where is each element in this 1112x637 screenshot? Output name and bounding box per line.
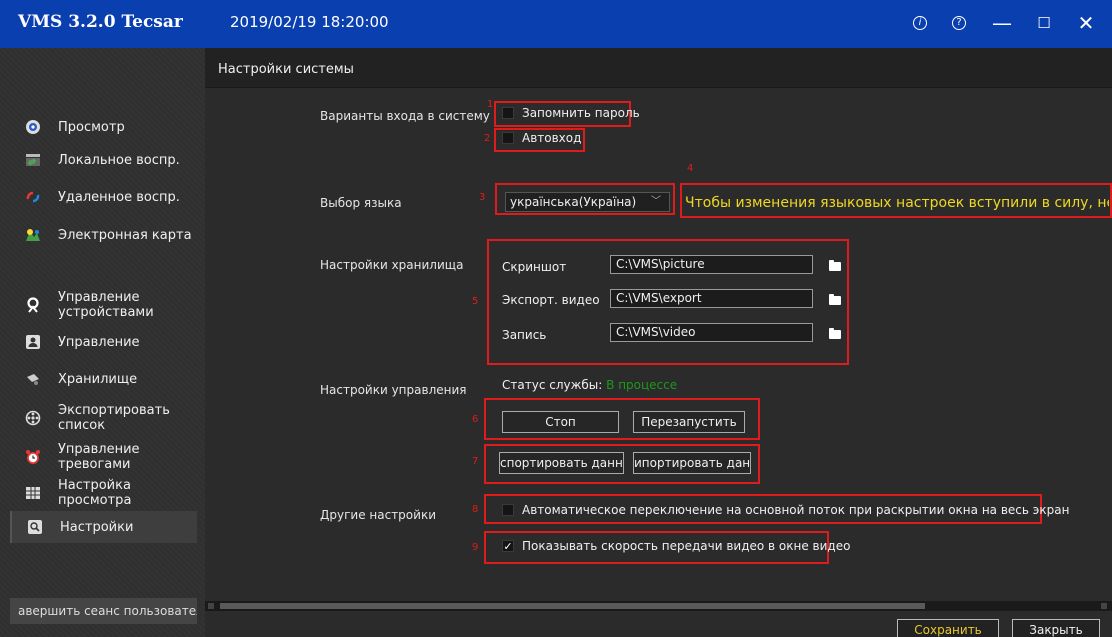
- annotation-number: 2: [484, 133, 491, 144]
- sidebar-item-label: Просмотр: [58, 119, 125, 135]
- annotation-number: 7: [472, 456, 479, 467]
- alarm-clock-icon: [24, 448, 42, 466]
- view-layout-icon: [24, 484, 42, 502]
- folder-icon[interactable]: [829, 260, 841, 271]
- checkbox-label: Автовход: [522, 131, 582, 145]
- info-icon[interactable]: i: [905, 10, 935, 36]
- service-status-value: В процессе: [606, 378, 678, 392]
- service-status: Статус службы: В процессе: [502, 378, 677, 392]
- sidebar-item-label: Управление устройствами: [58, 290, 154, 320]
- folder-icon[interactable]: [829, 294, 841, 305]
- annotation-number: 8: [472, 504, 479, 515]
- service-status-label: Статус службы:: [502, 378, 603, 392]
- sidebar-item-local-playback[interactable]: Локальное воспр.: [10, 149, 197, 171]
- sidebar-item-label: Управление: [58, 334, 140, 350]
- help-icon[interactable]: ?: [944, 10, 974, 36]
- sidebar-item-export-list[interactable]: Экспортировать список: [10, 401, 197, 435]
- sidebar-item-remote-playback[interactable]: Удаленное воспр.: [10, 186, 197, 208]
- checkbox-label: Автоматическое переключение на основной …: [522, 503, 1070, 517]
- export-data-button[interactable]: спортировать данны: [499, 452, 624, 474]
- export-video-path-input[interactable]: C:\VMS\export: [610, 289, 813, 308]
- restart-service-button[interactable]: Перезапустить: [633, 411, 745, 433]
- local-playback-icon: [24, 151, 42, 169]
- export-list-icon: [24, 409, 42, 427]
- sidebar-item-label: Удаленное воспр.: [58, 189, 180, 205]
- sidebar-item-label: Управление тревогами: [58, 442, 140, 472]
- scrollbar-thumb[interactable]: [220, 603, 925, 609]
- record-path-input[interactable]: C:\VMS\video: [610, 323, 813, 342]
- sidebar-item-live-view[interactable]: Просмотр: [10, 116, 197, 138]
- horizontal-scrollbar[interactable]: [205, 601, 1112, 611]
- sidebar-item-label: Настройки: [60, 519, 134, 535]
- sidebar-item-label: Электронная карта: [58, 227, 192, 243]
- annotation-number: 1: [487, 99, 494, 110]
- maximize-icon[interactable]: ☐: [1029, 10, 1059, 36]
- sidebar-item-view-settings[interactable]: Настройка просмотра: [10, 476, 197, 510]
- settings-panel: Варианты входа в систему 1 Запомнить пар…: [205, 88, 1112, 637]
- page-title: Настройки системы: [218, 62, 354, 77]
- storage-settings-label: Настройки хранилища: [320, 258, 464, 272]
- settings-icon: [26, 518, 44, 536]
- export-video-path-label: Экспорт. видео: [502, 293, 600, 307]
- close-icon[interactable]: ✕: [1071, 10, 1101, 36]
- checkbox-box[interactable]: [502, 132, 514, 144]
- sidebar-item-device-management[interactable]: Управление устройствами: [10, 288, 197, 322]
- scroll-left-arrow[interactable]: [208, 603, 214, 609]
- device-management-icon: [24, 296, 42, 314]
- sidebar-item-label: Экспортировать список: [58, 403, 170, 433]
- storage-icon: [24, 370, 42, 388]
- save-button[interactable]: Сохранить: [897, 619, 999, 637]
- show-video-speed-checkbox[interactable]: ✓ Показывать скорость передачи видео в о…: [502, 539, 850, 553]
- sidebar-item-label: Настройка просмотра: [58, 478, 132, 508]
- sidebar: Просмотр Локальное воспр. Удаленное восп…: [0, 48, 205, 637]
- sidebar-item-settings[interactable]: Настройки: [10, 511, 197, 543]
- other-settings-label: Другие настройки: [320, 508, 436, 522]
- auto-login-checkbox[interactable]: Автовход: [502, 131, 581, 145]
- close-button[interactable]: Закрыть: [1012, 619, 1100, 637]
- sidebar-item-alarm-management[interactable]: Управление тревогами: [10, 440, 197, 474]
- import-data-button[interactable]: ипортировать данны: [633, 452, 751, 474]
- screenshot-path-input[interactable]: C:\VMS\picture: [610, 255, 813, 274]
- screenshot-path-label: Скриншот: [502, 260, 567, 274]
- annotation-number: 9: [472, 542, 479, 553]
- language-label: Выбор языка: [320, 196, 402, 210]
- language-restart-note: Чтобы изменения языковых настроек вступи…: [685, 195, 1109, 211]
- management-settings-label: Настройки управления: [320, 383, 467, 397]
- auto-switch-main-stream-checkbox[interactable]: Автоматическое переключение на основной …: [502, 503, 1069, 517]
- annotation-number: 6: [472, 414, 479, 425]
- logout-button[interactable]: авершить сеанс пользовател: [10, 598, 197, 624]
- emap-icon: [24, 226, 42, 244]
- checkbox-box[interactable]: ✓: [502, 540, 514, 553]
- folder-icon[interactable]: [829, 328, 841, 339]
- login-options-label: Варианты входа в систему: [320, 109, 490, 123]
- minimize-icon[interactable]: —: [987, 10, 1017, 36]
- sidebar-item-emap[interactable]: Электронная карта: [10, 224, 197, 246]
- checkbox-box[interactable]: [502, 504, 514, 516]
- language-select-value: українська(Україна): [510, 195, 637, 209]
- record-path-label: Запись: [502, 328, 547, 342]
- live-view-icon: [24, 118, 42, 136]
- language-select[interactable]: українська(Україна) ﹀: [505, 192, 670, 212]
- sidebar-item-storage[interactable]: Хранилище: [10, 368, 197, 390]
- datetime-display: 2019/02/19 18:20:00: [230, 13, 389, 31]
- page-header: Настройки системы: [205, 48, 1112, 88]
- annotation-number: 3: [479, 192, 486, 203]
- sidebar-item-user-management[interactable]: Управление: [10, 331, 197, 353]
- stop-service-button[interactable]: Стоп: [502, 411, 619, 433]
- user-management-icon: [24, 333, 42, 351]
- checkbox-label: Показывать скорость передачи видео в окн…: [522, 539, 851, 553]
- remote-playback-icon: [24, 188, 42, 206]
- remember-password-checkbox[interactable]: Запомнить пароль: [502, 106, 640, 120]
- sidebar-item-label: Хранилище: [58, 371, 138, 387]
- title-bar: VMS 3.2.0 Tecsar 2019/02/19 18:20:00 i ?…: [0, 0, 1112, 48]
- chevron-down-icon: ﹀: [651, 196, 661, 207]
- scroll-right-arrow[interactable]: [1101, 603, 1107, 609]
- app-title: VMS 3.2.0 Tecsar: [0, 0, 205, 48]
- checkbox-label: Запомнить пароль: [522, 106, 640, 120]
- annotation-number: 4: [687, 163, 694, 174]
- checkbox-box[interactable]: [502, 107, 514, 119]
- sidebar-item-label: Локальное воспр.: [58, 152, 180, 168]
- annotation-number: 5: [472, 296, 479, 307]
